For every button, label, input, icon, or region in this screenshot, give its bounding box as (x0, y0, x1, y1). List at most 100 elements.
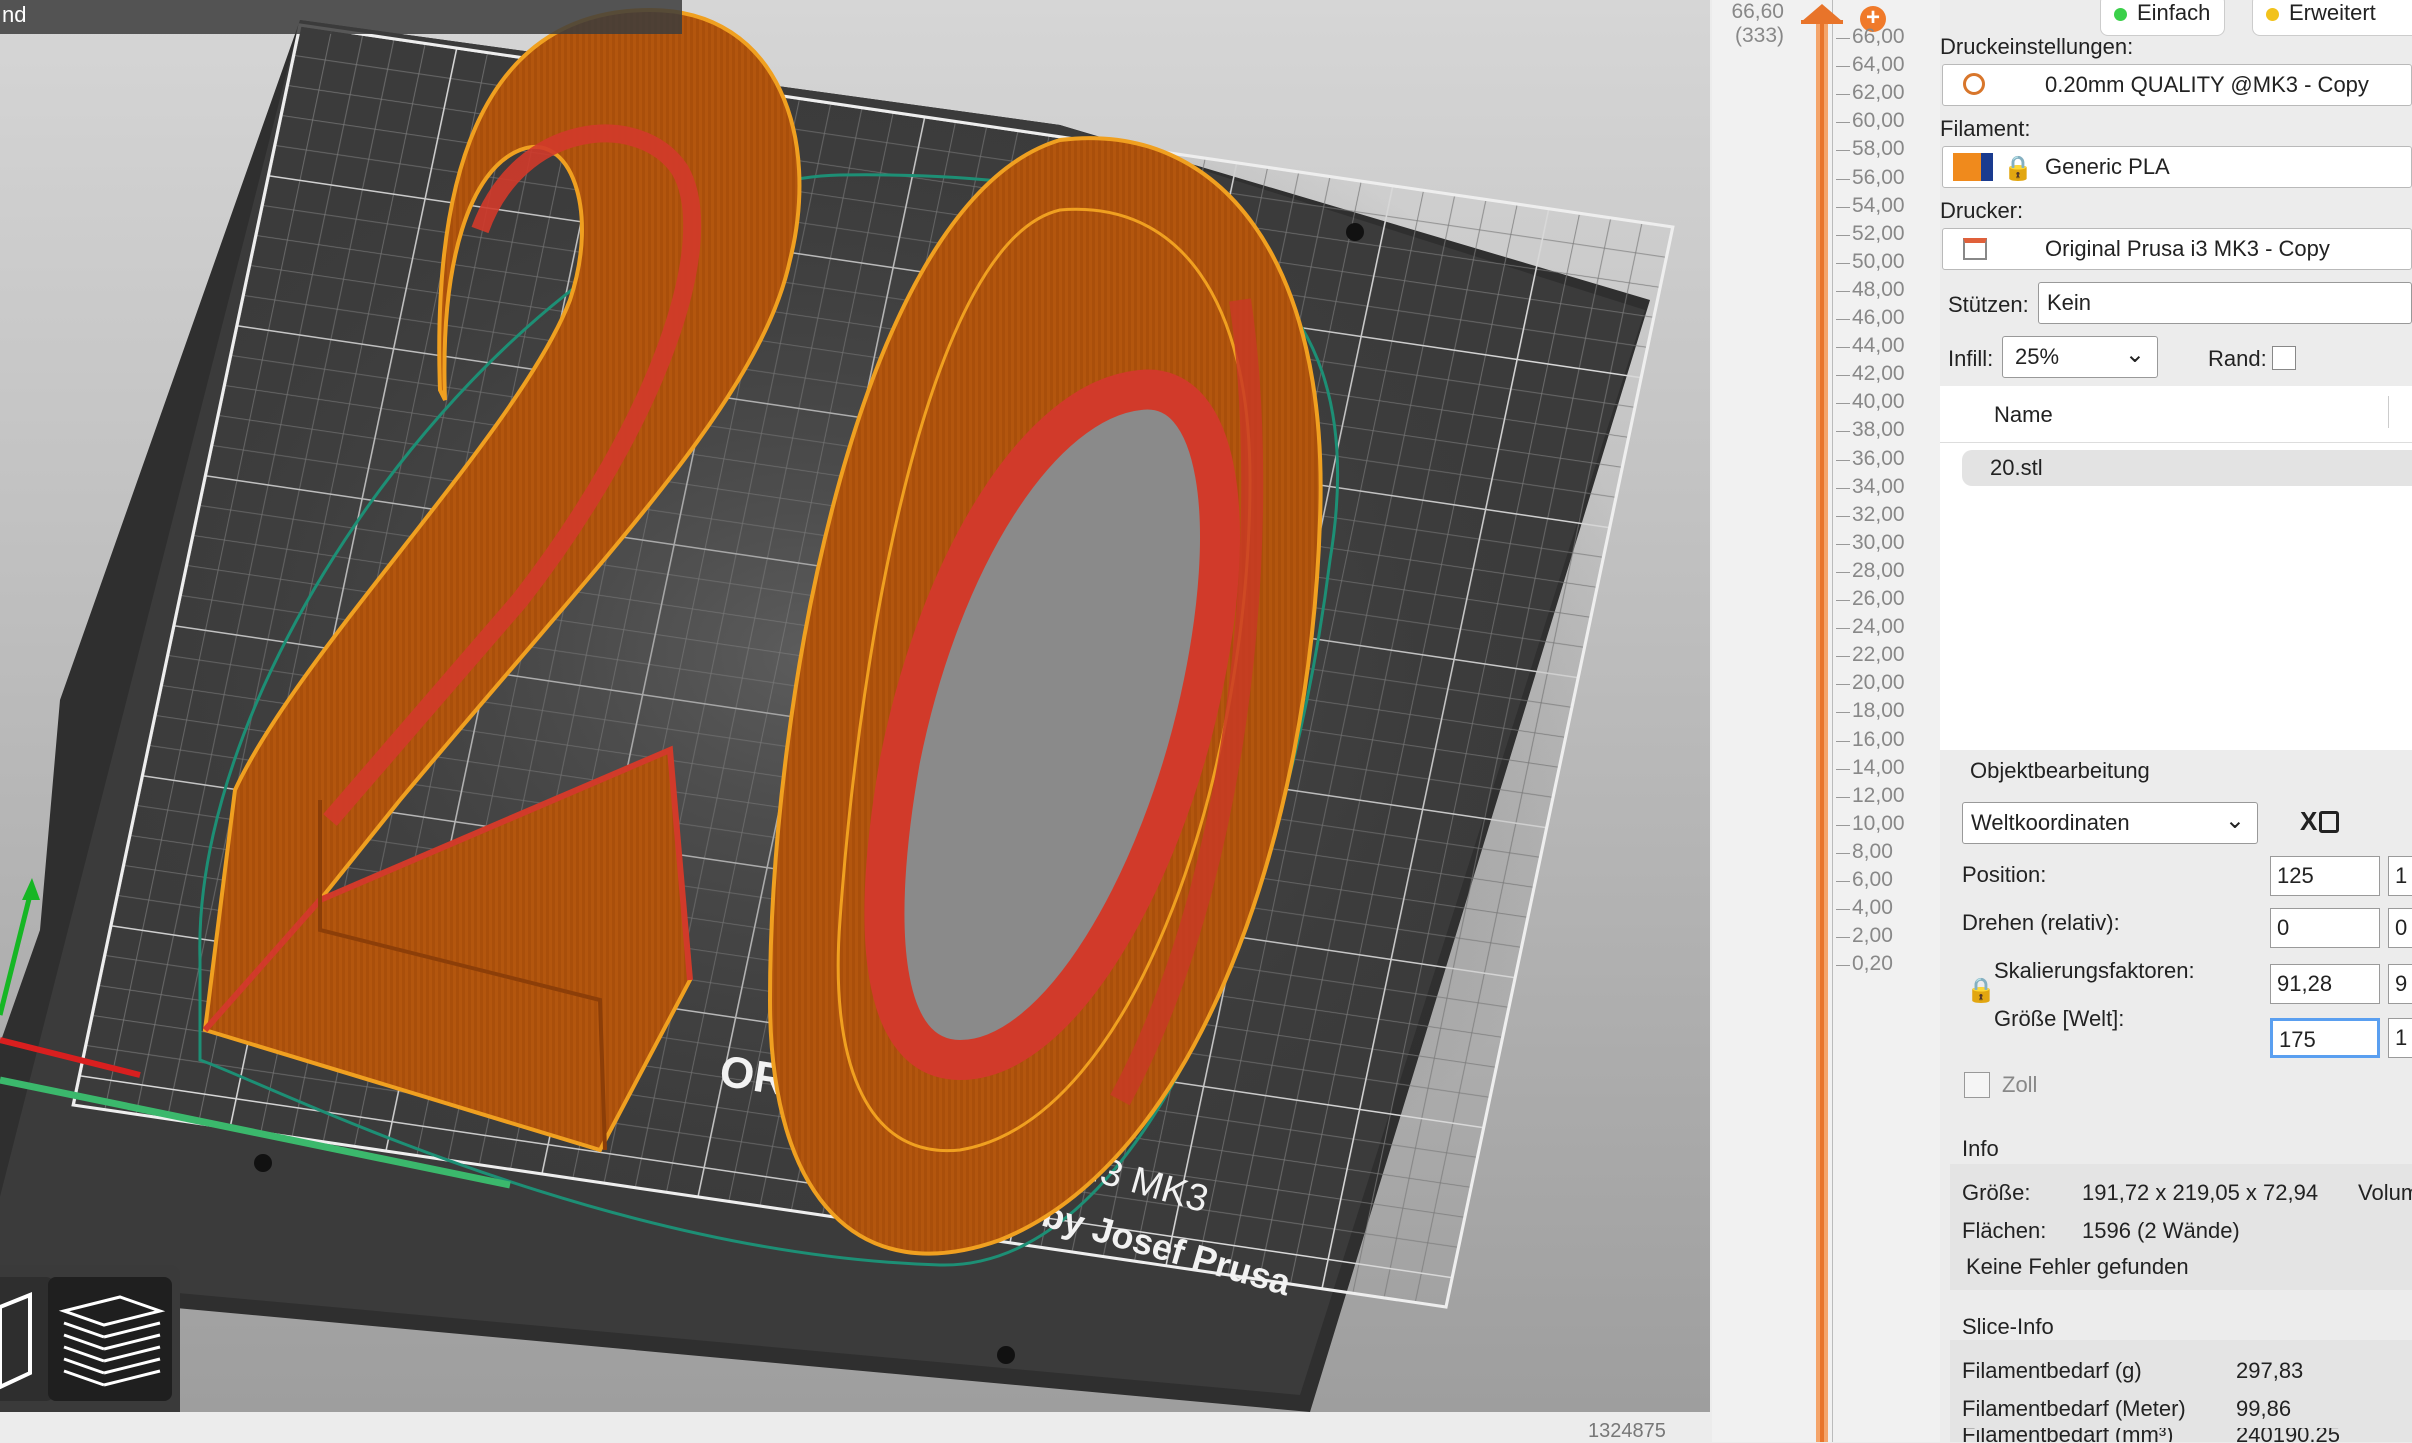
scale-lock-icon[interactable]: 🔒 (1966, 976, 1996, 1005)
3d-viewport[interactable]: OR i3 MK3 by Josef Prusa nd (0, 0, 1710, 1412)
layer-tick (1836, 319, 1850, 320)
filament-meters-value: 99,86 (2236, 1396, 2292, 1421)
printer-combo[interactable]: Original Prusa i3 MK3 - Copy (1942, 228, 2412, 270)
rotation-y-field[interactable]: 0 (2388, 908, 2412, 948)
filament-grams-label: Filamentbedarf (g) (1962, 1358, 2142, 1383)
info-facets-label: Flächen: (1962, 1218, 2047, 1243)
layers-view-icon (58, 1295, 166, 1387)
layer-tick (1836, 881, 1850, 882)
layer-slider-thumb-bar[interactable] (1801, 20, 1843, 24)
coordinates-combo[interactable]: Weltkoordinaten ⌄ (1962, 802, 2258, 844)
layer-tick (1836, 824, 1850, 826)
object-list-header: Name (1940, 386, 2412, 443)
layer-tick (1836, 571, 1850, 573)
scale-x-field[interactable]: 91,28 (2270, 964, 2380, 1004)
window-tab-fragment[interactable]: nd (0, 0, 682, 34)
brim-checkbox[interactable] (2272, 346, 2296, 370)
3d-view-button[interactable] (0, 1277, 54, 1401)
layer-tick-label: 56,00 (1852, 165, 1905, 189)
position-y-field[interactable]: 1 (2388, 856, 2412, 896)
mode-simple-tab[interactable]: Einfach (2100, 0, 2226, 36)
layer-tick-label: 40,00 (1852, 390, 1905, 414)
slice-info-clipped-row: Filamentbedarf (mm³) 240190,25 (1950, 1428, 2412, 1442)
gear-icon (1963, 73, 1985, 95)
infill-combo[interactable]: 25% ⌄ (2002, 336, 2158, 378)
mode-advanced-dot (2266, 8, 2279, 21)
supports-combo[interactable]: Kein (2038, 282, 2412, 324)
print-settings-value: 0.20mm QUALITY @MK3 - Copy (2045, 72, 2369, 97)
status-bar (0, 1412, 1720, 1442)
size-x-field[interactable]: 175 (2270, 1018, 2380, 1058)
layer-tick (1836, 38, 1850, 39)
filament-value: Generic PLA (2045, 154, 2170, 179)
layer-tick (1836, 909, 1850, 911)
layer-tick (1836, 347, 1850, 349)
layer-tick-label: 16,00 (1852, 727, 1905, 751)
info-volume-label: Volum (2358, 1180, 2412, 1205)
layer-tick (1836, 206, 1850, 208)
size-y-field[interactable]: 1 (2388, 1018, 2412, 1058)
printer-value: Original Prusa i3 MK3 - Copy (2045, 236, 2330, 261)
layer-tick-label: 24,00 (1852, 615, 1905, 639)
filament-mm3-label: Filamentbedarf (mm³) (1962, 1428, 2174, 1442)
inches-label: Zoll (2002, 1072, 2038, 1097)
mode-advanced-label: Erweitert (2289, 0, 2376, 25)
reset-axis-icon[interactable] (2319, 811, 2340, 833)
coordinates-value: Weltkoordinaten (1971, 810, 2130, 835)
layer-tick (1836, 965, 1850, 967)
layer-tick (1836, 375, 1850, 377)
layer-tick (1836, 94, 1850, 96)
printer-label: Drucker: (1940, 198, 2024, 223)
layer-tick (1836, 150, 1850, 152)
layer-tick-label: 44,00 (1852, 334, 1905, 358)
rotation-x-field[interactable]: 0 (2270, 908, 2380, 948)
print-settings-combo[interactable]: 0.20mm QUALITY @MK3 - Copy (1942, 64, 2412, 106)
layer-tick-label: 58,00 (1852, 137, 1905, 161)
layer-tick (1836, 290, 1850, 292)
inches-checkbox[interactable] (1964, 1072, 1990, 1098)
layer-tick (1836, 712, 1850, 714)
mode-simple-dot (2114, 8, 2127, 21)
layer-tick (1836, 66, 1850, 68)
layer-ruler (1832, 0, 1833, 1442)
mode-simple-label: Einfach (2137, 0, 2211, 25)
filament-label: Filament: (1940, 116, 2031, 141)
filament-color-swatch-secondary (1981, 153, 1993, 181)
preview-button[interactable] (48, 1277, 172, 1401)
layer-tick-label: 62,00 (1852, 81, 1905, 105)
axis-x-label: X (2300, 806, 2340, 837)
layer-tick (1836, 262, 1850, 264)
filament-mm3-value: 240190,25 (2236, 1428, 2340, 1442)
layer-tick (1836, 178, 1850, 180)
column-divider (2388, 396, 2389, 428)
plater-canvas[interactable]: OR i3 MK3 by Josef Prusa (0, 0, 1710, 1412)
chevron-down-icon: ⌄ (2124, 341, 2145, 368)
slice-info-title: Slice-Info (1962, 1314, 2054, 1339)
scale-y-field[interactable]: 9 (2388, 964, 2412, 1004)
layer-tick (1836, 684, 1850, 686)
layer-tick (1836, 628, 1850, 630)
layer-tick-label: 38,00 (1852, 418, 1905, 442)
status-count: 1324875 (1588, 1420, 1666, 1442)
object-list-item[interactable]: 20.stl (1962, 450, 2412, 486)
position-x-field[interactable]: 125 (2270, 856, 2380, 896)
layer-tick-label: 6,00 (1852, 868, 1893, 891)
layer-tick-label: 18,00 (1852, 699, 1905, 723)
layer-tick-label: 32,00 (1852, 502, 1905, 526)
layer-tick-label: 4,00 (1852, 896, 1893, 920)
info-facets-value: 1596 (2 Wände) (2082, 1218, 2240, 1243)
filament-combo[interactable]: 🔒 Generic PLA (1942, 146, 2412, 188)
layer-tick-label: 22,00 (1852, 643, 1905, 667)
slider-top-value: 66,60 (1731, 0, 1784, 23)
layer-tick-label: 14,00 (1852, 755, 1905, 779)
layer-tick-label: 42,00 (1852, 362, 1905, 386)
layer-tick (1836, 740, 1850, 742)
layer-tick-label: 10,00 (1852, 811, 1905, 835)
printer-icon (1963, 238, 1987, 260)
size-label: Größe [Welt]: (1994, 1006, 2125, 1031)
layer-tick (1836, 431, 1850, 433)
rotation-label: Drehen (relativ): (1962, 910, 2120, 935)
layer-tick (1836, 656, 1850, 658)
mode-advanced-tab[interactable]: Erweitert (2252, 0, 2412, 36)
cube-view-icon (0, 1292, 32, 1390)
